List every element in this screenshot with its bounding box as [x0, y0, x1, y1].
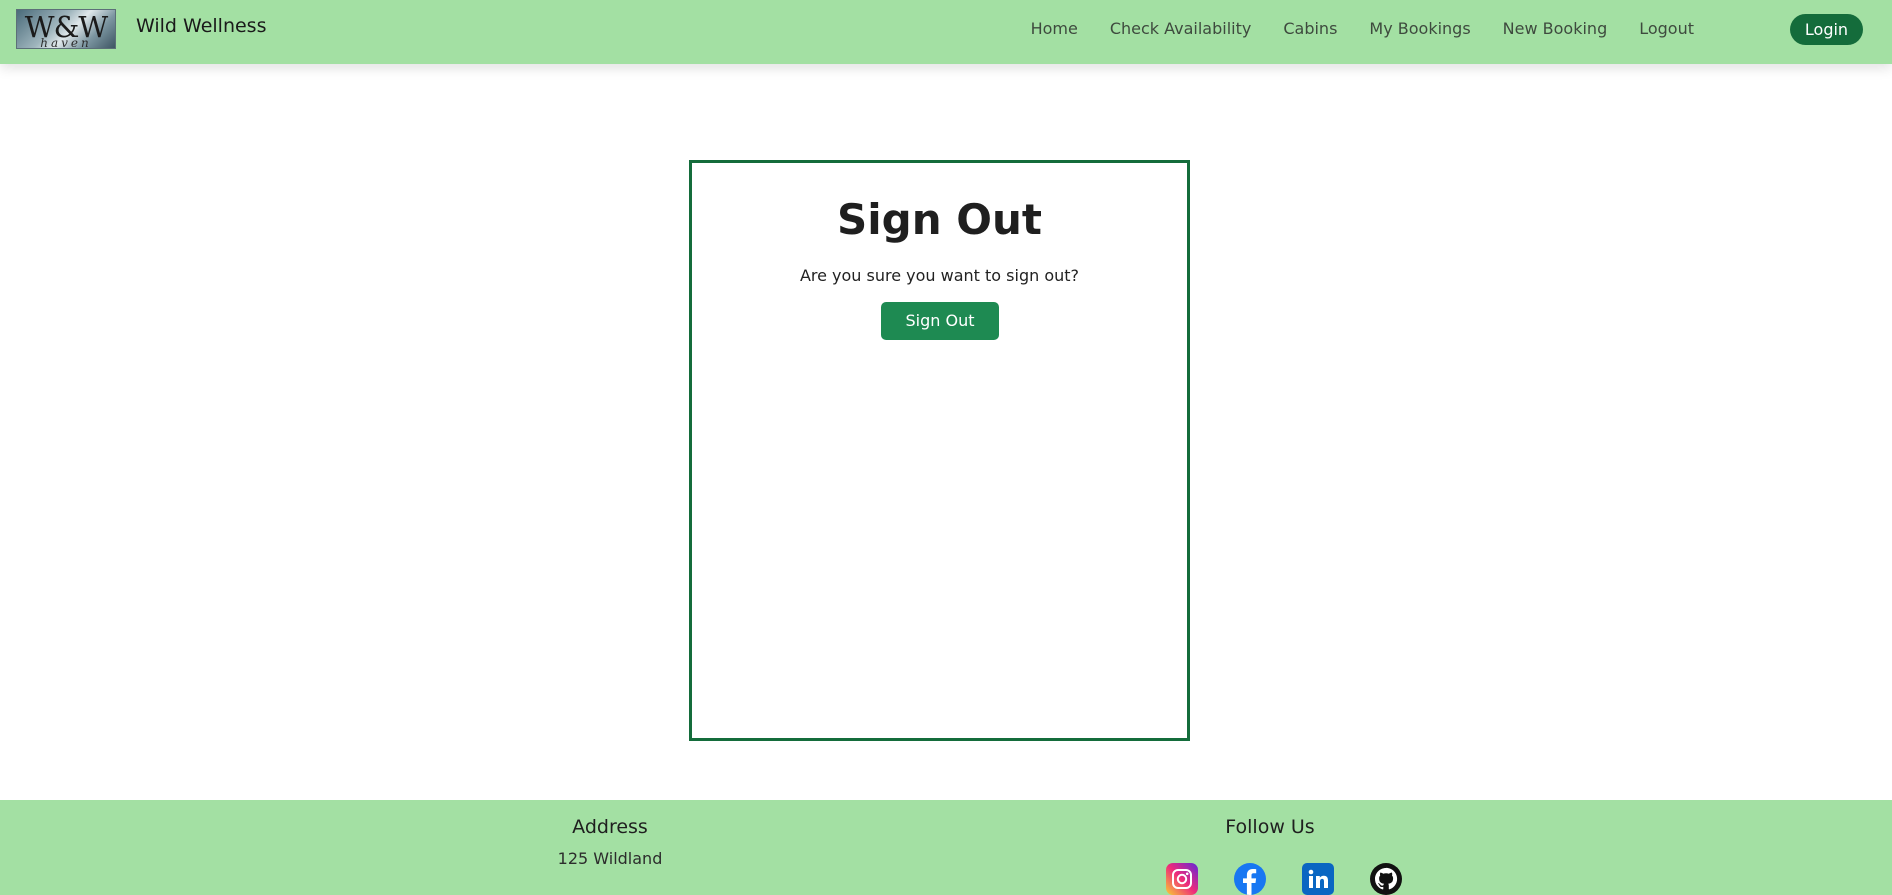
page-title: Sign Out — [837, 195, 1042, 244]
follow-heading: Follow Us — [1225, 816, 1315, 838]
footer-address: Address 125 Wildland — [500, 814, 720, 870]
nav-links: Home Check Availability Cabins My Bookin… — [1015, 18, 1710, 40]
address-text: 125 Wildland — [557, 849, 663, 868]
login-button[interactable]: Login — [1790, 14, 1863, 45]
nav-link-cabins[interactable]: Cabins — [1267, 18, 1353, 40]
instagram-icon[interactable] — [1166, 863, 1198, 895]
nav-link-new-booking[interactable]: New Booking — [1487, 18, 1624, 40]
logo-subtext: haven — [40, 36, 92, 49]
signout-prompt: Are you sure you want to sign out? — [799, 266, 1080, 285]
nav-link-logout[interactable]: Logout — [1623, 18, 1710, 40]
social-links — [1166, 863, 1402, 895]
github-icon[interactable] — [1370, 863, 1402, 895]
nav-link-check-availability[interactable]: Check Availability — [1094, 18, 1268, 40]
address-heading: Address — [572, 816, 648, 838]
nav-link-my-bookings[interactable]: My Bookings — [1353, 18, 1486, 40]
navbar: W&W haven Wild Wellness Home Check Avail… — [0, 0, 1892, 64]
brand-name[interactable]: Wild Wellness — [136, 13, 266, 39]
footer: Address 125 Wildland Follow Us — [0, 800, 1892, 895]
nav-link-home[interactable]: Home — [1015, 18, 1094, 40]
footer-follow: Follow Us — [1140, 814, 1400, 840]
facebook-icon[interactable] — [1234, 863, 1266, 895]
signout-card: Sign Out Are you sure you want to sign o… — [689, 160, 1190, 741]
linkedin-icon[interactable] — [1302, 863, 1334, 895]
site-logo[interactable]: W&W haven — [16, 9, 116, 49]
sign-out-button[interactable]: Sign Out — [881, 302, 999, 340]
